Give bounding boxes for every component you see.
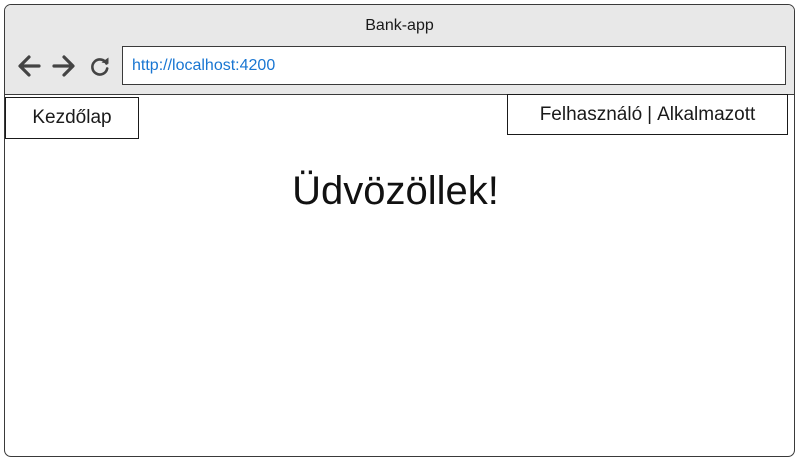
arrow-right-icon xyxy=(52,55,75,77)
window-title: Bank-app xyxy=(365,17,434,34)
user-link[interactable]: Felhasználó xyxy=(540,104,642,126)
arrow-left-icon xyxy=(18,55,41,77)
home-tab-label: Kezdőlap xyxy=(32,107,112,128)
browser-window: Bank-app http://localhost:4200 Kezdőlap … xyxy=(4,4,795,457)
home-tab[interactable]: Kezdőlap xyxy=(5,97,139,139)
reload-button[interactable] xyxy=(87,53,113,79)
forward-button[interactable] xyxy=(51,53,77,79)
back-button[interactable] xyxy=(16,53,42,79)
address-bar[interactable]: http://localhost:4200 xyxy=(122,46,786,85)
employee-link[interactable]: Alkalmazott xyxy=(657,104,755,126)
role-switcher: Felhasználó | Alkalmazott xyxy=(507,94,788,135)
role-separator: | xyxy=(647,103,653,125)
address-url: http://localhost:4200 xyxy=(132,56,276,74)
welcome-heading: Üdvözöllek! xyxy=(292,169,499,213)
browser-chrome: Bank-app http://localhost:4200 xyxy=(5,5,794,95)
reload-icon xyxy=(91,57,109,76)
